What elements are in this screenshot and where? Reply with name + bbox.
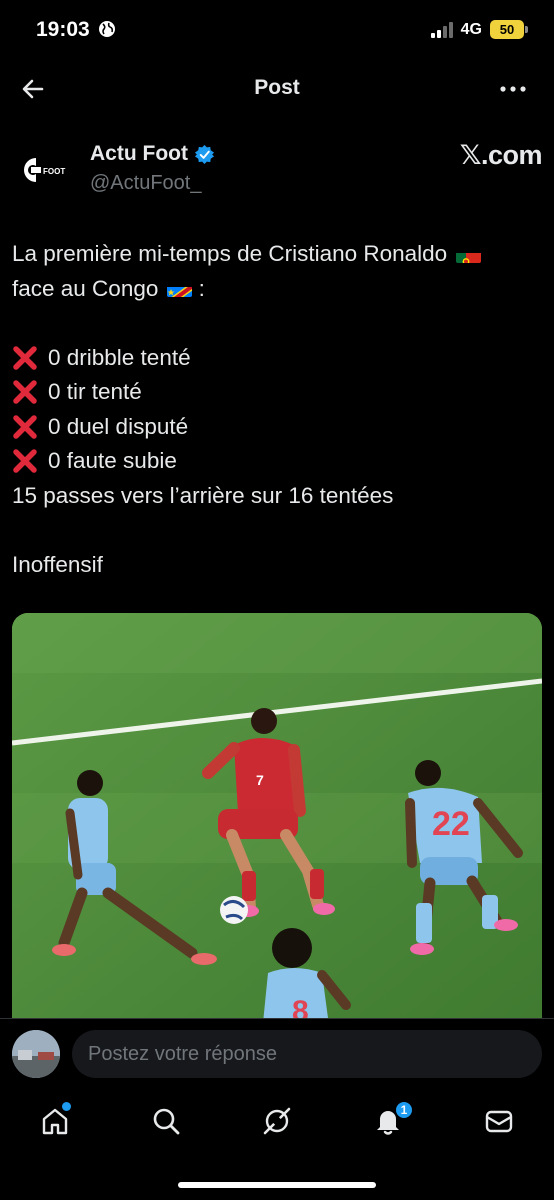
reply-input[interactable] [72,1030,542,1078]
football-photo: 7 22 8 [12,613,542,1033]
cross-mark-icon [13,449,37,473]
post-text: La première mi-temps de Cristiano Ronald… [12,237,542,582]
more-options-icon[interactable] [498,76,528,102]
jersey-number-center: 7 [256,772,264,788]
notification-badge: 1 [394,1100,414,1120]
conclusion-text: Inoffensif [12,551,103,577]
stat-text: 0 tir tenté [48,379,142,404]
status-bar: 19:03 4G 50 [0,0,554,60]
cross-mark-icon [13,380,37,404]
cross-mark-icon [13,346,37,370]
user-avatar[interactable] [12,1030,60,1078]
network-type: 4G [460,20,482,38]
author-handle[interactable]: @ActuFoot_ [90,172,201,195]
page-title: Post [254,76,300,99]
battery-icon: 50 [490,20,528,39]
reply-bar [0,1018,554,1090]
top-nav: Post [0,62,554,116]
signal-icon [430,21,453,38]
search-icon[interactable] [151,1106,181,1136]
stat-line: 0 tir tenté [12,375,542,410]
ball-icon [220,896,248,924]
post-intro-line2: face au Congo [12,275,159,301]
battery-level: 50 [490,20,524,39]
verified-badge-icon [194,144,215,164]
dr-congo-flag-icon [167,280,193,298]
portugal-flag-icon [456,246,482,263]
post-intro-suffix: : [192,275,205,301]
grok-icon[interactable] [262,1106,292,1136]
passes-text: 15 passes vers l’arrière sur 16 tentées [12,482,394,508]
post-intro-line1: La première mi-temps de Cristiano Ronald… [12,241,448,266]
stat-text: 0 dribble tenté [48,344,191,370]
author-name[interactable]: Actu Foot [90,142,188,166]
stat-text: 0 duel disputé [48,413,189,439]
author-avatar[interactable]: FOOT [12,138,76,202]
stat-line: 0 faute subie [12,444,542,479]
bottom-nav: 1 [0,1090,554,1200]
stat-line: 0 duel disputé [12,410,542,445]
globe-icon [99,21,115,37]
status-time: 19:03 [36,18,90,41]
home-indicator[interactable] [178,1182,376,1188]
post-image[interactable]: 7 22 8 [12,613,542,1033]
cross-mark-icon [13,415,37,439]
source-link[interactable]: 𝕏.com [460,140,543,171]
post-author: FOOT Actu Foot @ActuFoot_ 𝕏.com [12,134,543,204]
author-logo-text: FOOT [43,167,65,176]
home-unread-dot [62,1102,71,1111]
jersey-number-right: 22 [432,805,470,843]
messages-icon[interactable] [484,1106,514,1136]
stat-text: 0 faute subie [48,448,177,473]
stat-line: 0 dribble tenté [12,341,542,376]
